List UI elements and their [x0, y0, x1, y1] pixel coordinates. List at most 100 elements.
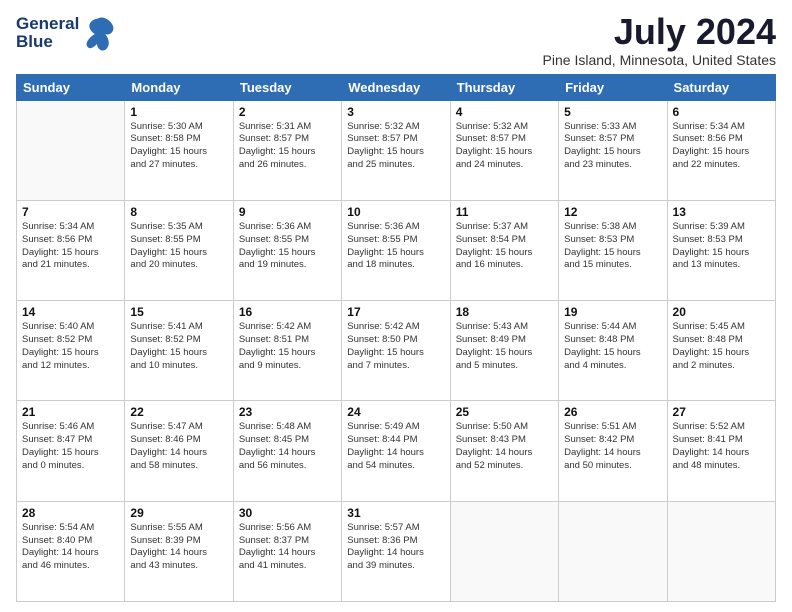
info-line: Sunrise: 5:42 AM: [239, 321, 311, 332]
day-number: 23: [239, 405, 336, 419]
info-line: Daylight: 15 hours: [22, 447, 99, 458]
info-line: Sunset: 8:43 PM: [456, 434, 526, 445]
cell-info: Sunrise: 5:52 AMSunset: 8:41 PMDaylight:…: [673, 421, 770, 472]
cell-info: Sunrise: 5:44 AMSunset: 8:48 PMDaylight:…: [564, 321, 661, 372]
info-line: Sunset: 8:57 PM: [456, 133, 526, 144]
table-cell: 5 Sunrise: 5:33 AMSunset: 8:57 PMDaylight…: [559, 100, 667, 200]
info-line: Sunset: 8:52 PM: [22, 334, 92, 345]
table-cell: 27Sunrise: 5:52 AMSunset: 8:41 PMDayligh…: [667, 401, 775, 501]
info-line: Sunset: 8:52 PM: [130, 334, 200, 345]
cell-info: Sunrise: 5:34 AMSunset: 8:56 PMDaylight:…: [673, 121, 770, 172]
info-line: and 16 minutes.: [456, 259, 524, 270]
table-cell: 18Sunrise: 5:43 AMSunset: 8:49 PMDayligh…: [450, 301, 558, 401]
location-subtitle: Pine Island, Minnesota, United States: [543, 52, 776, 68]
info-line: Sunset: 8:55 PM: [239, 234, 309, 245]
info-line: Sunset: 8:47 PM: [22, 434, 92, 445]
table-cell: [667, 501, 775, 601]
table-cell: 2Sunrise: 5:31 AMSunset: 8:57 PMDaylight…: [233, 100, 341, 200]
info-line: and 23 minutes.: [564, 159, 632, 170]
cell-info: Sunrise: 5:33 AMSunset: 8:57 PMDaylight:…: [564, 121, 661, 172]
info-line: Sunset: 8:46 PM: [130, 434, 200, 445]
day-number: 9: [239, 205, 336, 219]
info-line: Daylight: 15 hours: [456, 347, 533, 358]
col-tuesday: Tuesday: [233, 74, 341, 100]
info-line: Daylight: 15 hours: [22, 347, 99, 358]
cell-info: Sunrise: 5:51 AMSunset: 8:42 PMDaylight:…: [564, 421, 661, 472]
info-line: Sunrise: 5:34 AM: [22, 221, 94, 232]
logo: General Blue: [16, 12, 115, 54]
info-line: Daylight: 14 hours: [347, 447, 424, 458]
table-cell: 10Sunrise: 5:36 AMSunset: 8:55 PMDayligh…: [342, 200, 450, 300]
info-line: Sunrise: 5:54 AM: [22, 522, 94, 533]
info-line: Sunrise: 5:38 AM: [564, 221, 636, 232]
day-number: 16: [239, 305, 336, 319]
info-line: Daylight: 15 hours: [564, 247, 641, 258]
week-row-5: 28Sunrise: 5:54 AMSunset: 8:40 PMDayligh…: [17, 501, 776, 601]
table-cell: 12Sunrise: 5:38 AMSunset: 8:53 PMDayligh…: [559, 200, 667, 300]
day-number: 25: [456, 405, 553, 419]
info-line: Daylight: 15 hours: [130, 146, 207, 157]
day-number: 3: [347, 105, 444, 119]
info-line: Sunset: 8:57 PM: [347, 133, 417, 144]
info-line: Daylight: 15 hours: [673, 146, 750, 157]
cell-info: Sunrise: 5:47 AMSunset: 8:46 PMDaylight:…: [130, 421, 227, 472]
day-number: 20: [673, 305, 770, 319]
info-line: Daylight: 15 hours: [130, 347, 207, 358]
info-line: Sunrise: 5:51 AM: [564, 421, 636, 432]
info-line: Sunrise: 5:36 AM: [239, 221, 311, 232]
table-cell: 13Sunrise: 5:39 AMSunset: 8:53 PMDayligh…: [667, 200, 775, 300]
day-number: 4: [456, 105, 553, 119]
info-line: Sunset: 8:48 PM: [564, 334, 634, 345]
info-line: and 39 minutes.: [347, 560, 415, 571]
info-line: Sunset: 8:42 PM: [564, 434, 634, 445]
info-line: Daylight: 14 hours: [456, 447, 533, 458]
day-number: 15: [130, 305, 227, 319]
table-cell: 9Sunrise: 5:36 AMSunset: 8:55 PMDaylight…: [233, 200, 341, 300]
cell-info: Sunrise: 5:34 AMSunset: 8:56 PMDaylight:…: [22, 221, 119, 272]
info-line: Sunset: 8:51 PM: [239, 334, 309, 345]
cell-info: Sunrise: 5:46 AMSunset: 8:47 PMDaylight:…: [22, 421, 119, 472]
cell-info: Sunrise: 5:55 AMSunset: 8:39 PMDaylight:…: [130, 522, 227, 573]
info-line: Sunrise: 5:30 AM: [130, 121, 202, 132]
cell-info: Sunrise: 5:35 AMSunset: 8:55 PMDaylight:…: [130, 221, 227, 272]
info-line: Sunrise: 5:31 AM: [239, 121, 311, 132]
info-line: and 24 minutes.: [456, 159, 524, 170]
table-cell: 1Sunrise: 5:30 AMSunset: 8:58 PMDaylight…: [125, 100, 233, 200]
info-line: and 25 minutes.: [347, 159, 415, 170]
cell-info: Sunrise: 5:49 AMSunset: 8:44 PMDaylight:…: [347, 421, 444, 472]
col-sunday: Sunday: [17, 74, 125, 100]
cell-info: Sunrise: 5:32 AMSunset: 8:57 PMDaylight:…: [347, 121, 444, 172]
info-line: Sunrise: 5:39 AM: [673, 221, 745, 232]
info-line: Daylight: 15 hours: [239, 146, 316, 157]
info-line: Daylight: 14 hours: [239, 447, 316, 458]
day-number: 18: [456, 305, 553, 319]
info-line: Daylight: 15 hours: [456, 146, 533, 157]
info-line: Sunset: 8:57 PM: [564, 133, 634, 144]
info-line: Sunset: 8:53 PM: [673, 234, 743, 245]
table-cell: 26Sunrise: 5:51 AMSunset: 8:42 PMDayligh…: [559, 401, 667, 501]
info-line: Daylight: 15 hours: [239, 347, 316, 358]
info-line: Daylight: 15 hours: [347, 247, 424, 258]
table-cell: 21Sunrise: 5:46 AMSunset: 8:47 PMDayligh…: [17, 401, 125, 501]
info-line: Sunset: 8:40 PM: [22, 535, 92, 546]
table-cell: 31Sunrise: 5:57 AMSunset: 8:36 PMDayligh…: [342, 501, 450, 601]
table-cell: 15Sunrise: 5:41 AMSunset: 8:52 PMDayligh…: [125, 301, 233, 401]
info-line: Sunrise: 5:43 AM: [456, 321, 528, 332]
cell-info: Sunrise: 5:39 AMSunset: 8:53 PMDaylight:…: [673, 221, 770, 272]
info-line: Sunrise: 5:45 AM: [673, 321, 745, 332]
day-number: 12: [564, 205, 661, 219]
info-line: Daylight: 15 hours: [130, 247, 207, 258]
info-line: Sunset: 8:41 PM: [673, 434, 743, 445]
cell-info: Sunrise: 5:32 AMSunset: 8:57 PM Daylight:…: [456, 121, 553, 172]
day-number: 5: [564, 105, 661, 119]
info-line: Sunset: 8:50 PM: [347, 334, 417, 345]
info-line: Sunrise: 5:55 AM: [130, 522, 202, 533]
info-line: Daylight: 14 hours: [347, 547, 424, 558]
day-number: 14: [22, 305, 119, 319]
week-row-1: 1Sunrise: 5:30 AMSunset: 8:58 PMDaylight…: [17, 100, 776, 200]
table-cell: 6Sunrise: 5:34 AMSunset: 8:56 PMDaylight…: [667, 100, 775, 200]
info-line: and 15 minutes.: [564, 259, 632, 270]
info-line: Sunrise: 5:32 AM: [456, 121, 528, 132]
col-wednesday: Wednesday: [342, 74, 450, 100]
cell-info: Sunrise: 5:37 AMSunset: 8:54 PMDaylight:…: [456, 221, 553, 272]
